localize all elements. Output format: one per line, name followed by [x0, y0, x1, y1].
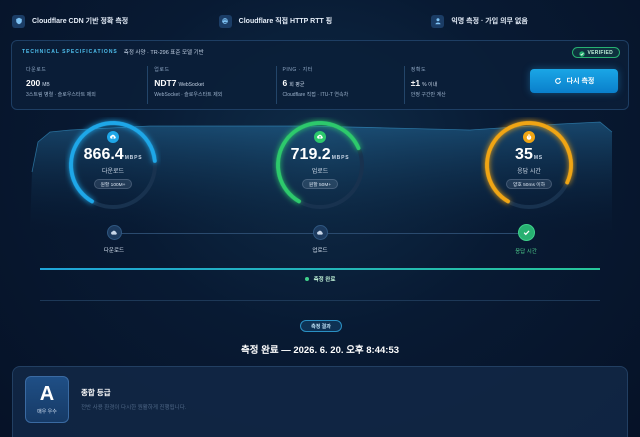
timer-icon [523, 131, 535, 143]
spec-ping: PING · 지터 6회 평균 Cloudflare 직접 · ITU-T 연속… [275, 66, 404, 104]
globe-icon [218, 14, 232, 28]
cloud-download-icon [106, 225, 122, 240]
spec-sub: 3스트림 병렬 · 슬로우스타트 제외 [26, 92, 96, 98]
check-circle-icon [578, 44, 585, 62]
spec-header: TECHNICAL SPECIFICATIONS 측정 사양 · TR-296 … [22, 48, 204, 56]
spec-download: 다운로드 200 MB 3스트림 병렬 · 슬로우스타트 제외 [22, 66, 147, 104]
step-latency: 응답 시간 [496, 224, 556, 255]
step-download: 다운로드 [84, 225, 144, 254]
result-title: 측정 완료 — 2026. 6. 20. 오후 8:44:53 [240, 345, 400, 356]
check-icon [517, 224, 535, 241]
upload-badge: 원할 50M+ [301, 179, 339, 189]
result-badge-label: 측정 결과 [311, 323, 331, 330]
spec-label: 정확도 [410, 67, 427, 73]
spec-value: ±1% 이내 [410, 78, 438, 88]
spec-value: 200 MB [26, 78, 50, 88]
grade-letter: A [39, 383, 55, 405]
spec-sub: 안정 구간만 계산 [410, 92, 446, 98]
divider [40, 300, 600, 301]
refresh-icon [554, 72, 562, 90]
latency-label: 응답 시간 [517, 169, 541, 175]
status-row: 측정 완료 [0, 275, 640, 283]
spec-tag: TECHNICAL SPECIFICATIONS [22, 49, 118, 55]
spec-columns: 다운로드 200 MB 3스트림 병렬 · 슬로우스타트 제외 업로드 NDT7 W… [22, 66, 532, 104]
feature-item: 익명 측정 · 가입 의무 없음 [417, 10, 630, 32]
spec-sub: Cloudflare 직접 · ITU-T 연속차 [282, 92, 349, 98]
retest-button[interactable]: 다시 측정 [530, 69, 618, 93]
download-label: 다운로드 [101, 169, 125, 175]
progress-bar [40, 268, 600, 270]
spec-label: 업로드 [154, 67, 170, 73]
spec-value: NDT7 WebSocket [154, 78, 204, 88]
step-label: 다운로드 [103, 248, 125, 254]
download-badge: 원할 100M+ [93, 179, 133, 189]
download-speed-value: 866.4MBPS [83, 146, 143, 163]
upload-gauge: 719.2MBPS 업로드 원할 50M+ [272, 117, 368, 213]
feature-label: 익명 측정 · 가입 의무 없음 [451, 18, 528, 25]
feature-strip: Cloudflare CDN 기반 정확 측정 Cloudflare 직접 HT… [10, 10, 630, 32]
speedtest-page: Cloudflare CDN 기반 정확 측정 Cloudflare 직접 HT… [0, 0, 640, 437]
download-gauge: 866.4MBPS 다운로드 원할 100M+ [65, 117, 161, 213]
grade-card: A 매우 우수 종합 등급 전반 사용 환경이 다시한 원활하게 진행됩니다. [12, 366, 628, 437]
verified-badge: VERIFIED [571, 47, 620, 58]
grade-description: 전반 사용 환경이 다시한 원활하게 진행됩니다. [81, 405, 187, 411]
cloud-upload-icon [312, 225, 328, 240]
user-icon [431, 14, 445, 28]
latency-badge: 양호 50ms 이하 [505, 179, 553, 189]
shield-icon [12, 14, 25, 28]
spec-upload: 업로드 NDT7 WebSocket WebSocket · 슬로우스타트 제외 [147, 66, 275, 104]
spec-label: 다운로드 [26, 67, 47, 73]
spec-value: 6회 평균 [282, 78, 305, 88]
upload-label: 업로드 [311, 169, 329, 175]
grade-title: 종합 등급 [81, 388, 111, 397]
spec-accuracy: 정확도 ±1% 이내 안정 구간만 계산 [403, 66, 532, 104]
tech-spec-panel: TECHNICAL SPECIFICATIONS 측정 사양 · TR-296 … [11, 40, 629, 110]
spec-label: PING · 지터 [282, 67, 313, 73]
status-text: 측정 완료 [313, 277, 336, 283]
spec-sub: WebSocket · 슬로우스타트 제외 [154, 92, 223, 98]
feature-item: Cloudflare CDN 기반 정확 측정 [10, 10, 211, 32]
latency-gauge: 35MS 응답 시간 양호 50ms 이하 [481, 117, 577, 213]
step-upload: 업로드 [290, 225, 350, 254]
status-dot [304, 277, 309, 281]
latency-value: 35MS [515, 146, 543, 163]
result-badge: 측정 결과 [300, 320, 342, 332]
upload-speed-value: 719.2MBPS [290, 146, 350, 163]
spec-subtitle: 측정 사양 · TR-296 표준 모델 기반 [123, 50, 204, 56]
step-label: 응답 시간 [515, 249, 537, 255]
retest-label: 다시 측정 [566, 78, 595, 85]
grade-word: 매우 우수 [37, 409, 57, 415]
cloud-upload-icon [314, 131, 326, 143]
feature-label: Cloudflare 직접 HTTP RTT 핑 [238, 18, 333, 25]
grade-badge: A 매우 우수 [25, 376, 69, 423]
step-label: 업로드 [312, 248, 328, 254]
cloud-download-icon [107, 131, 119, 143]
verified-label: VERIFIED [587, 49, 613, 56]
feature-item: Cloudflare 직접 HTTP RTT 핑 [211, 10, 418, 32]
feature-label: Cloudflare CDN 기반 정확 측정 [32, 18, 129, 25]
